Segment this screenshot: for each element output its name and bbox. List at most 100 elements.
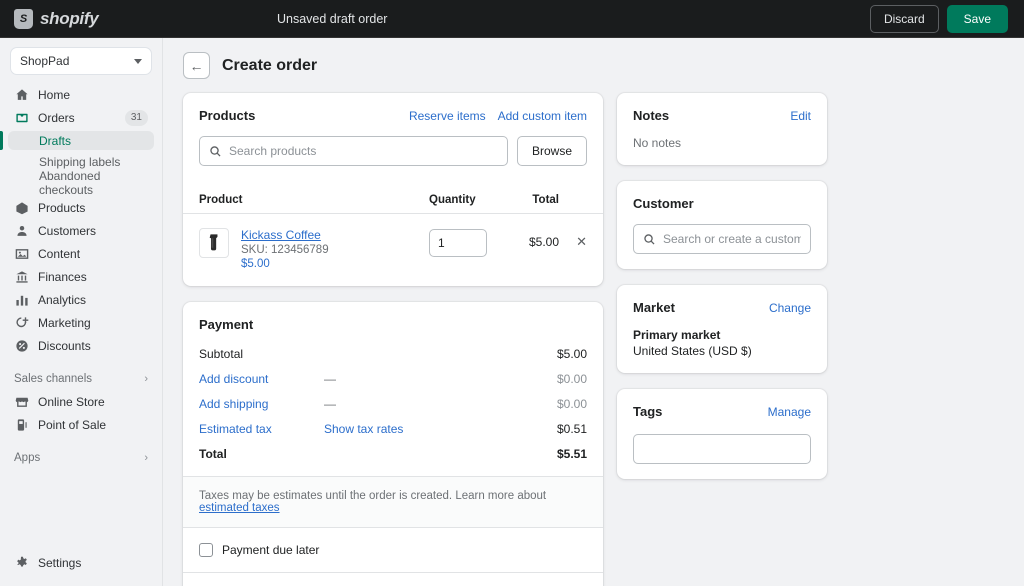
store-selector[interactable]: ShopPad [10, 47, 152, 75]
sidebar-item-label: Marketing [38, 316, 91, 330]
search-icon [644, 233, 655, 245]
payment-card-body: Payment Subtotal $5.00 Add discount — $0… [183, 302, 603, 476]
store-icon [14, 395, 29, 410]
payment-due-later-row[interactable]: Payment due later [183, 527, 603, 572]
tags-manage-link[interactable]: Manage [768, 405, 811, 419]
payment-title: Payment [199, 317, 254, 332]
products-card-top: Products Reserve items Add custom item S… [183, 93, 603, 181]
payment-row-amount: $0.51 [556, 422, 587, 436]
reserve-items-link[interactable]: Reserve items [409, 109, 486, 123]
add-discount-link[interactable]: Add discount [199, 372, 324, 386]
active-accent-bar [0, 131, 3, 150]
payment-row-amount: $0.00 [556, 372, 587, 386]
table-row: Kickass Coffee SKU: 123456789 $5.00 $5.0… [183, 214, 603, 286]
add-shipping-link[interactable]: Add shipping [199, 397, 324, 411]
show-tax-rates-link[interactable]: Show tax rates [324, 422, 557, 436]
sidebar-item-products[interactable]: Products [8, 198, 154, 218]
payment-row-total: Total $5.51 [199, 447, 587, 461]
sidebar-item-label: Point of Sale [38, 418, 107, 432]
sidebar-item-drafts[interactable]: Drafts [0, 131, 154, 150]
finances-icon [14, 270, 29, 285]
payment-row-shipping: Add shipping — $0.00 [199, 397, 587, 411]
save-button[interactable]: Save [946, 4, 1008, 33]
sidebar-item-discounts[interactable]: Discounts [8, 336, 154, 356]
sidebar-item-label: Customers [38, 224, 97, 238]
products-card-header: Products Reserve items Add custom item [199, 108, 587, 123]
sidebar-item-label: Finances [38, 270, 87, 284]
products-card-actions: Reserve items Add custom item [409, 109, 587, 123]
sidebar-section-sales-channels[interactable]: Sales channels › [8, 370, 154, 388]
discounts-icon [14, 339, 29, 354]
shopify-bag-icon: S [14, 8, 33, 29]
sidebar-item-label: Settings [38, 556, 82, 570]
notes-empty-text: No notes [633, 136, 682, 150]
sidebar-item-abandoned-checkouts[interactable]: Abandoned checkouts [8, 169, 154, 197]
sidebar-item-finances[interactable]: Finances [8, 267, 154, 287]
product-search-box[interactable] [199, 136, 508, 166]
payment-card-footer: Send invoice Collect payment [183, 572, 603, 586]
customer-search-box[interactable] [633, 224, 811, 254]
customer-card-body: Customer [617, 181, 827, 269]
row-total: $5.00 [528, 235, 559, 249]
browse-button[interactable]: Browse [516, 136, 587, 166]
content-columns: Products Reserve items Add custom item S… [183, 93, 1004, 586]
quantity-cell [429, 228, 507, 257]
notes-card: Notes Edit No notes [617, 93, 827, 165]
payment-row-mid: — [324, 397, 336, 411]
quantity-input[interactable] [429, 229, 487, 257]
customer-title: Customer [633, 196, 694, 211]
home-icon [14, 88, 29, 103]
tags-input[interactable] [633, 434, 811, 464]
search-input[interactable] [229, 144, 498, 158]
customer-card-header: Customer [633, 196, 811, 211]
product-price-link[interactable]: $5.00 [241, 258, 429, 270]
product-thumbnail [199, 228, 229, 258]
market-change-link[interactable]: Change [769, 301, 811, 315]
market-country: United States (USD $) [633, 344, 752, 358]
customer-search-input[interactable] [663, 232, 801, 246]
column-header-total: Total [532, 194, 559, 206]
notes-edit-link[interactable]: Edit [790, 109, 811, 123]
sidebar-item-label: Discounts [38, 339, 91, 353]
sidebar-item-settings[interactable]: Settings [8, 552, 154, 574]
sidebar-section-apps[interactable]: Apps › [8, 449, 154, 467]
orders-count-badge: 31 [124, 110, 148, 126]
estimated-tax-link[interactable]: Estimated tax [199, 422, 324, 436]
payment-due-later-checkbox[interactable] [199, 543, 213, 557]
products-card: Products Reserve items Add custom item S… [183, 93, 603, 286]
sidebar-item-label: Online Store [38, 395, 105, 409]
tags-card-body: Tags Manage [617, 389, 827, 479]
add-custom-item-link[interactable]: Add custom item [498, 109, 587, 123]
estimated-taxes-link[interactable]: estimated taxes [199, 502, 280, 514]
shopify-wordmark: shopify [40, 8, 99, 28]
analytics-icon [14, 293, 29, 308]
sidebar-subitem-label: Shipping labels [39, 154, 121, 169]
sidebar-item-marketing[interactable]: Marketing [8, 313, 154, 333]
products-title: Products [199, 108, 256, 123]
primary-market-label: Primary market [633, 328, 721, 342]
sidebar-item-orders[interactable]: Orders 31 [8, 108, 154, 128]
gear-icon [14, 556, 29, 571]
close-icon[interactable]: ✕ [559, 228, 587, 250]
payment-row-mid: — [324, 372, 336, 386]
sidebar-subitem-label: Abandoned checkouts [39, 168, 101, 197]
sidebar-item-online-store[interactable]: Online Store [8, 392, 154, 412]
store-name: ShopPad [20, 54, 70, 68]
back-arrow-icon[interactable]: ← [183, 52, 210, 79]
sidebar-item-home[interactable]: Home [8, 85, 154, 105]
sidebar: ShopPad Home Orders 31 Drafts Shipping l… [0, 38, 163, 586]
sidebar-item-content[interactable]: Content [8, 244, 154, 264]
marketing-icon [14, 316, 29, 331]
payment-row-amount: $5.00 [556, 347, 587, 361]
sidebar-section-label: Sales channels [14, 373, 92, 385]
sidebar-item-customers[interactable]: Customers [8, 221, 154, 241]
product-search-row: Browse [199, 136, 587, 166]
sidebar-item-point-of-sale[interactable]: Point of Sale [8, 415, 154, 435]
shopify-logo[interactable]: S shopify [0, 8, 250, 29]
draft-order-title: Unsaved draft order [277, 11, 388, 26]
market-title: Market [633, 300, 675, 315]
sidebar-item-label: Home [38, 88, 71, 102]
discard-button[interactable]: Discard [869, 4, 939, 33]
product-name-link[interactable]: Kickass Coffee [241, 228, 429, 242]
sidebar-item-analytics[interactable]: Analytics [8, 290, 154, 310]
